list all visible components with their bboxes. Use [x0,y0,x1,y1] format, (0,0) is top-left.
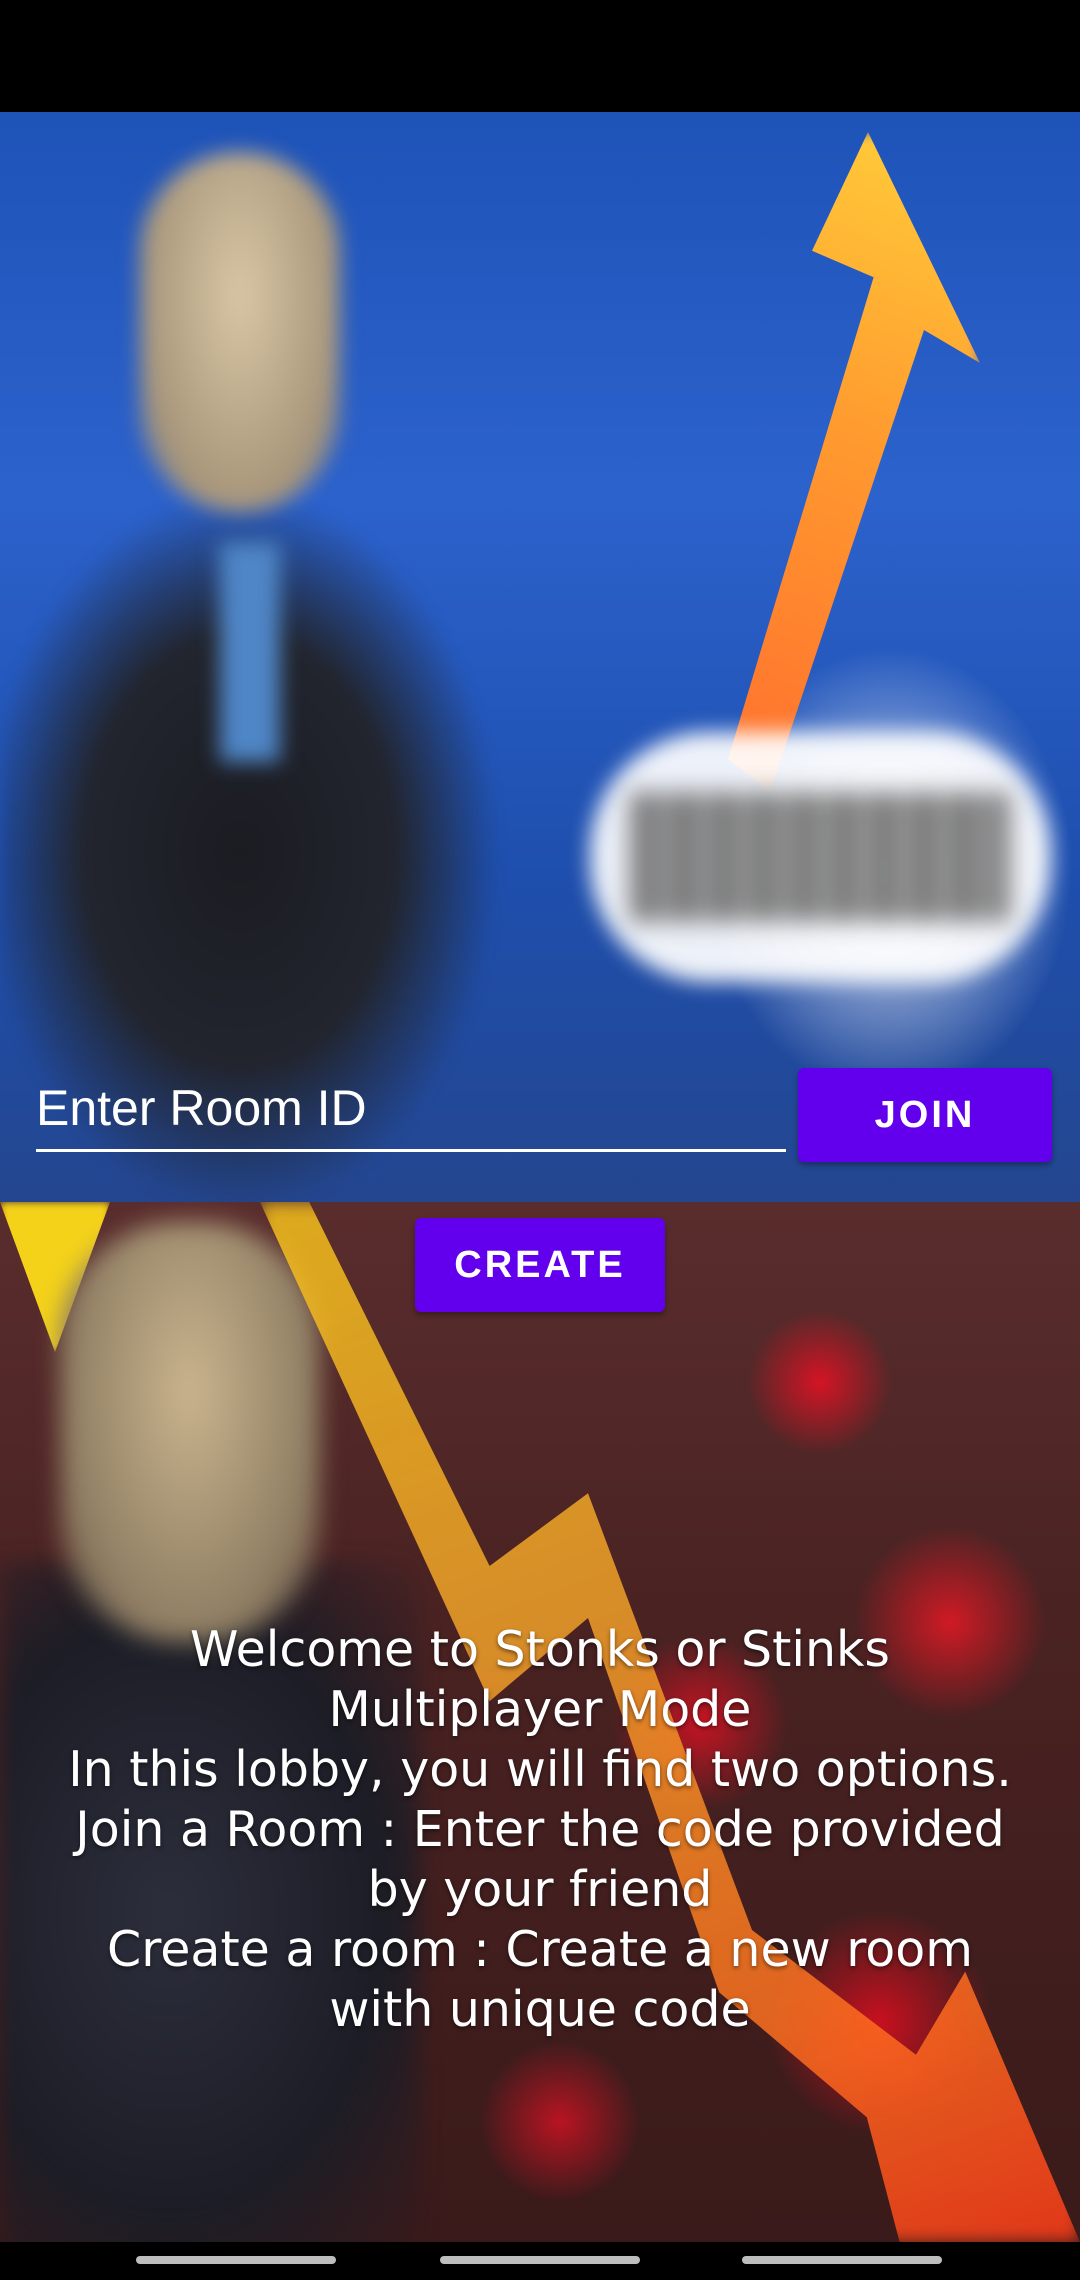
bg-person-head-shape [60,1222,320,1642]
stonks-background-image [0,112,1080,1202]
welcome-line: by your friend [367,1861,713,1918]
welcome-line: Create a room : Create a new room [106,1921,974,1978]
bg-tie-shape [220,542,280,762]
welcome-line: with unique code [329,1981,751,2038]
up-arrow-icon [728,132,980,792]
bg-head-shape [140,152,340,512]
nav-recents-handle[interactable] [742,2256,942,2264]
nav-back-handle[interactable] [136,2256,336,2264]
room-id-input[interactable] [36,1066,786,1152]
status-bar [0,0,1080,112]
welcome-line: Welcome to Stonks or Stinks [190,1621,890,1678]
welcome-line: Join a Room : Enter the code provided [75,1801,1005,1858]
create-button[interactable]: CREATE [415,1218,665,1312]
welcome-line: In this lobby, you will find two options… [68,1741,1012,1798]
welcome-line: Multiplayer Mode [328,1681,752,1738]
welcome-message: Welcome to Stonks or Stinks Multiplayer … [20,1620,1060,2040]
navigation-bar [0,2242,1080,2280]
app-screen: JOIN CREATE Welcome to Stonks or Stinks … [0,0,1080,2280]
bg-blurred-word [630,792,1010,922]
nav-home-handle[interactable] [440,2256,640,2264]
join-button[interactable]: JOIN [798,1068,1052,1162]
